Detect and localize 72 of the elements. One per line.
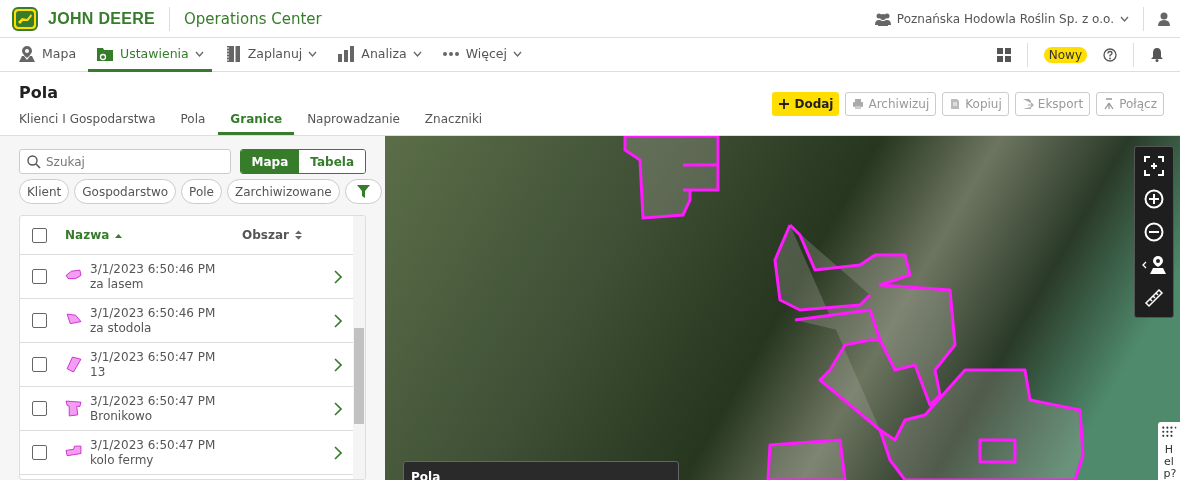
- ruler-icon[interactable]: [1144, 288, 1164, 308]
- organization-dropdown[interactable]: Poznańska Hodowla Roślin Sp. z o.o.: [874, 11, 1129, 26]
- chevron-right-icon[interactable]: [333, 401, 342, 416]
- field-shape-icon: [65, 400, 82, 417]
- chevron-right-icon[interactable]: [333, 269, 342, 284]
- view-toggle-button[interactable]: Tabela: [299, 150, 365, 173]
- zoom-in-icon[interactable]: [1144, 189, 1164, 209]
- column-header[interactable]: Obszar: [242, 228, 289, 242]
- people-icon: [874, 11, 891, 26]
- filter-chip[interactable]: Klient: [19, 179, 70, 204]
- user-icon[interactable]: [1158, 11, 1170, 26]
- row-timestamp: 3/1/2023 6:50:47 PM: [90, 393, 217, 409]
- funnel-icon: [356, 185, 370, 198]
- filter-chip[interactable]: Zarchiwizowane: [227, 179, 340, 204]
- tab[interactable]: Znaczniki: [424, 110, 483, 135]
- nav-menu-item[interactable]: Mapa: [10, 38, 85, 72]
- checkbox[interactable]: [32, 269, 47, 284]
- column-header[interactable]: Nazwa: [65, 228, 110, 242]
- row-name: za stodola: [90, 320, 153, 336]
- row-name: Bronikowo: [90, 408, 154, 424]
- bell-icon[interactable]: [1150, 47, 1164, 62]
- tab[interactable]: Naprowadzanie: [307, 110, 400, 135]
- document-icon: [949, 98, 962, 110]
- tab[interactable]: Klienci I Gospodarstwa: [19, 110, 156, 135]
- search-icon: [27, 155, 41, 169]
- chevron-right-icon[interactable]: [333, 445, 342, 460]
- zoom-out-icon[interactable]: [1144, 222, 1164, 242]
- chevron-right-icon[interactable]: [333, 313, 342, 328]
- app-title: Operations Center: [184, 9, 322, 28]
- new-badge[interactable]: Nowy: [1043, 46, 1087, 63]
- checkbox[interactable]: [32, 357, 47, 372]
- row-name: kolo fermy: [90, 452, 155, 468]
- bar-chart-icon: [337, 44, 356, 63]
- apps-grid-icon[interactable]: [996, 47, 1011, 62]
- filter-button[interactable]: [344, 179, 382, 204]
- help-icon[interactable]: [1103, 47, 1117, 62]
- map-pin-icon: [18, 44, 36, 63]
- help-tab[interactable]: Help?: [1158, 422, 1180, 480]
- checkbox[interactable]: [32, 445, 47, 460]
- sort-ascending-icon[interactable]: [114, 232, 124, 238]
- chevron-down-icon: [1120, 15, 1129, 22]
- fullscreen-icon[interactable]: [1144, 156, 1164, 176]
- nav-menu-item[interactable]: Ustawienia: [88, 38, 212, 72]
- chevron-right-icon[interactable]: [333, 357, 342, 372]
- search-field[interactable]: Szukaj: [19, 149, 231, 174]
- printer-icon: [852, 98, 865, 110]
- nav-menu-item[interactable]: Zaplanuj: [215, 38, 326, 72]
- tab[interactable]: Pola: [180, 110, 206, 135]
- checkbox[interactable]: [32, 227, 47, 243]
- checkbox[interactable]: [32, 313, 47, 328]
- page-title: Pola: [19, 83, 59, 102]
- row-timestamp: 3/1/2023 6:50:46 PM: [90, 305, 217, 321]
- scrollbar[interactable]: [353, 216, 365, 479]
- merge-icon: [1103, 98, 1116, 110]
- brand-name: JOHN DEERE: [48, 9, 156, 28]
- filter-chip[interactable]: Gospodarstwo: [74, 179, 177, 204]
- filter-chip[interactable]: Pole: [181, 179, 222, 204]
- more-dots-icon: [441, 50, 460, 57]
- nav-menu-item[interactable]: Analiza: [329, 38, 430, 72]
- checkbox[interactable]: [32, 401, 47, 416]
- plus-icon: [778, 98, 791, 110]
- location-pin-icon[interactable]: [1141, 255, 1167, 275]
- row-name: 13: [90, 364, 107, 380]
- field-shape-icon: [65, 356, 82, 373]
- row-timestamp: 3/1/2023 6:50:47 PM: [90, 437, 217, 453]
- view-toggle-button[interactable]: Mapa: [240, 150, 300, 173]
- action-button[interactable]: Dodaj: [772, 92, 840, 116]
- sort-icon[interactable]: [293, 230, 303, 240]
- nav-menu-item[interactable]: Więcej: [433, 38, 530, 72]
- row-timestamp: 3/1/2023 6:50:46 PM: [90, 261, 217, 277]
- row-name: za lasem: [90, 276, 145, 292]
- row-timestamp: 3/1/2023 6:50:47 PM: [90, 349, 217, 365]
